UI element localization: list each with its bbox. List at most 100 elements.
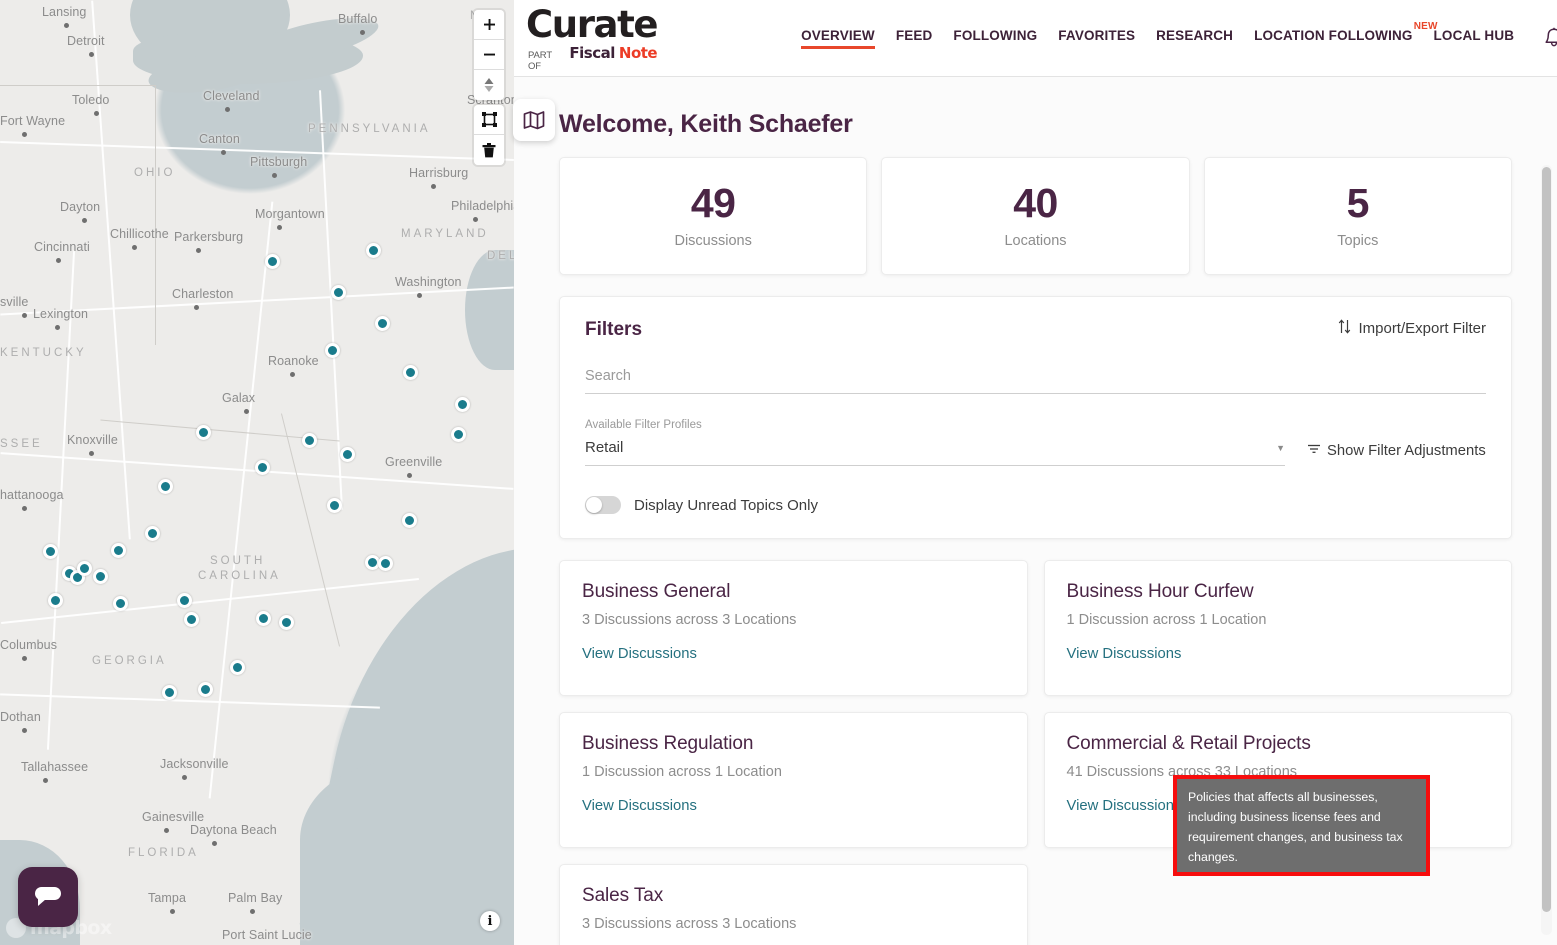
curate-logo[interactable]: Curate PART OF Fiscal Note bbox=[526, 4, 658, 72]
unread-topics-toggle[interactable] bbox=[585, 496, 621, 514]
map-location-marker[interactable] bbox=[256, 611, 271, 626]
map-city-dot bbox=[132, 245, 137, 250]
nav-item-favorites[interactable]: FAVORITES bbox=[1058, 28, 1135, 48]
map-city-dot bbox=[22, 132, 27, 137]
map-label: Pittsburgh bbox=[250, 155, 308, 169]
show-filter-adjustments-button[interactable]: Show Filter Adjustments bbox=[1307, 442, 1486, 466]
map-location-marker[interactable] bbox=[113, 596, 128, 611]
map-city-dot bbox=[89, 52, 94, 57]
map-canvas[interactable]: Lansing Buffalo Detroit Cleveland Toledo Fort… bbox=[0, 0, 514, 945]
map-location-marker[interactable] bbox=[198, 682, 213, 697]
chat-bubble-icon[interactable] bbox=[18, 867, 78, 927]
content-scrollbar-thumb[interactable] bbox=[1542, 167, 1551, 912]
map-location-marker[interactable] bbox=[265, 254, 280, 269]
notifications-bell-icon[interactable] bbox=[1544, 27, 1557, 50]
zoom-out-icon[interactable] bbox=[474, 40, 504, 70]
map-location-marker[interactable] bbox=[230, 660, 245, 675]
nav-item-label: FAVORITES bbox=[1058, 28, 1136, 43]
topic-card[interactable]: Sales Tax 3 Discussions across 3 Location… bbox=[559, 864, 1028, 945]
map-location-marker[interactable] bbox=[162, 685, 177, 700]
map-location-marker[interactable] bbox=[375, 316, 390, 331]
map-location-marker[interactable] bbox=[402, 513, 417, 528]
nav-item-overview[interactable]: OVERVIEW bbox=[801, 28, 875, 49]
nav-item-location-following[interactable]: LOCATION FOLLOWING NEW bbox=[1254, 21, 1437, 48]
content-scrollbar-track[interactable] bbox=[1541, 165, 1552, 935]
map-panel[interactable]: Lansing Buffalo Detroit Cleveland Toledo Fort… bbox=[0, 0, 514, 945]
map-location-marker[interactable] bbox=[451, 427, 466, 442]
main-navigation[interactable]: OVERVIEW FEED FOLLOWING FAVORITES RESEARCH LO… bbox=[801, 21, 1515, 49]
view-discussions-link[interactable]: View Discussions bbox=[1067, 798, 1182, 814]
view-discussions-link[interactable]: View Discussions bbox=[582, 798, 697, 814]
topic-card[interactable]: Business Hour Curfew 1 Discussion across … bbox=[1043, 560, 1512, 696]
nav-item-feed[interactable]: FEED bbox=[896, 28, 933, 48]
map-location-marker[interactable] bbox=[184, 612, 199, 627]
filters-search-row bbox=[585, 367, 1486, 394]
map-location-marker[interactable] bbox=[158, 479, 173, 494]
map-location-marker[interactable] bbox=[302, 433, 317, 448]
map-location-marker[interactable] bbox=[93, 569, 108, 584]
map-location-marker[interactable] bbox=[327, 498, 342, 513]
map-road bbox=[1, 578, 419, 624]
topic-title: Business General bbox=[582, 581, 731, 602]
delete-icon[interactable] bbox=[474, 135, 504, 165]
map-location-marker[interactable] bbox=[331, 285, 346, 300]
topic-card[interactable]: Business General 3 Discussions across 3 L… bbox=[559, 560, 1028, 696]
view-discussions-link[interactable]: View Discussions bbox=[1067, 646, 1182, 662]
nav-item-label: RESEARCH bbox=[1156, 28, 1234, 43]
map-location-marker[interactable] bbox=[279, 615, 294, 630]
map-info-icon[interactable]: i bbox=[480, 911, 500, 931]
map-location-marker[interactable] bbox=[48, 593, 63, 608]
nav-item-label: FEED bbox=[895, 28, 933, 43]
map-location-marker[interactable] bbox=[196, 425, 211, 440]
map-label: PENNSYLVANIA bbox=[308, 123, 431, 135]
map-location-marker[interactable] bbox=[77, 561, 92, 576]
map-city-dot bbox=[22, 656, 27, 661]
nav-item-local-hub[interactable]: LOCAL HUB bbox=[1434, 28, 1515, 48]
map-location-marker[interactable] bbox=[43, 544, 58, 559]
filter-profile-row: Available Filter Profiles Retail ▼ Show … bbox=[585, 419, 1486, 466]
map-location-marker[interactable] bbox=[455, 397, 470, 412]
compass-icon[interactable] bbox=[474, 70, 504, 100]
map-draw-controls[interactable] bbox=[474, 105, 504, 165]
nav-item-research[interactable]: RESEARCH bbox=[1156, 28, 1233, 48]
map-label: Morgantown bbox=[255, 207, 325, 221]
map-location-marker[interactable] bbox=[255, 460, 270, 475]
topic-description-tooltip-highlight: Policies that affects all businesses, in… bbox=[1173, 775, 1430, 876]
map-city-dot bbox=[196, 248, 201, 253]
map-label: Dothan bbox=[0, 710, 41, 724]
map-location-marker[interactable] bbox=[177, 593, 192, 608]
map-label: Charleston bbox=[172, 287, 234, 301]
logo-part-of-text: PART OF bbox=[528, 50, 552, 72]
map-label: Washington bbox=[395, 275, 462, 289]
map-location-marker[interactable] bbox=[366, 243, 381, 258]
map-location-marker[interactable] bbox=[403, 365, 418, 380]
view-discussions-link[interactable]: View Discussions bbox=[582, 646, 697, 662]
topic-card[interactable]: Business Regulation 1 Discussion across 1… bbox=[559, 712, 1028, 848]
draw-rectangle-icon[interactable] bbox=[474, 105, 504, 135]
map-location-marker[interactable] bbox=[378, 556, 393, 571]
main-scroll-area[interactable]: Welcome, Keith Schaefer 49 Discussions 40 L… bbox=[514, 77, 1557, 945]
map-location-marker[interactable] bbox=[145, 526, 160, 541]
map-label: Roanoke bbox=[268, 354, 319, 368]
map-label: CAROLINA bbox=[198, 570, 281, 582]
map-location-marker[interactable] bbox=[340, 447, 355, 462]
map-label: hattanooga bbox=[0, 488, 64, 502]
import-export-filter-button[interactable]: Import/Export Filter bbox=[1338, 319, 1486, 338]
map-layers-icon[interactable] bbox=[513, 99, 555, 141]
map-label: Detroit bbox=[67, 34, 105, 48]
map-city-dot bbox=[182, 775, 187, 780]
stat-label: Topics bbox=[1337, 233, 1379, 249]
show-filter-adjustments-label: Show Filter Adjustments bbox=[1327, 442, 1486, 459]
stat-value: 40 bbox=[1013, 180, 1058, 226]
map-label: Tampa bbox=[148, 891, 187, 905]
map-location-marker[interactable] bbox=[111, 543, 126, 558]
filter-profile-select[interactable]: Retail ▼ bbox=[585, 439, 1285, 466]
zoom-in-icon[interactable] bbox=[474, 10, 504, 40]
map-city-dot bbox=[277, 225, 282, 230]
map-location-marker[interactable] bbox=[325, 343, 340, 358]
map-zoom-controls[interactable] bbox=[474, 10, 504, 100]
nav-item-following[interactable]: FOLLOWING bbox=[953, 28, 1037, 48]
search-input[interactable] bbox=[585, 368, 1486, 394]
filters-title: Filters bbox=[585, 319, 643, 340]
map-road bbox=[0, 286, 514, 315]
